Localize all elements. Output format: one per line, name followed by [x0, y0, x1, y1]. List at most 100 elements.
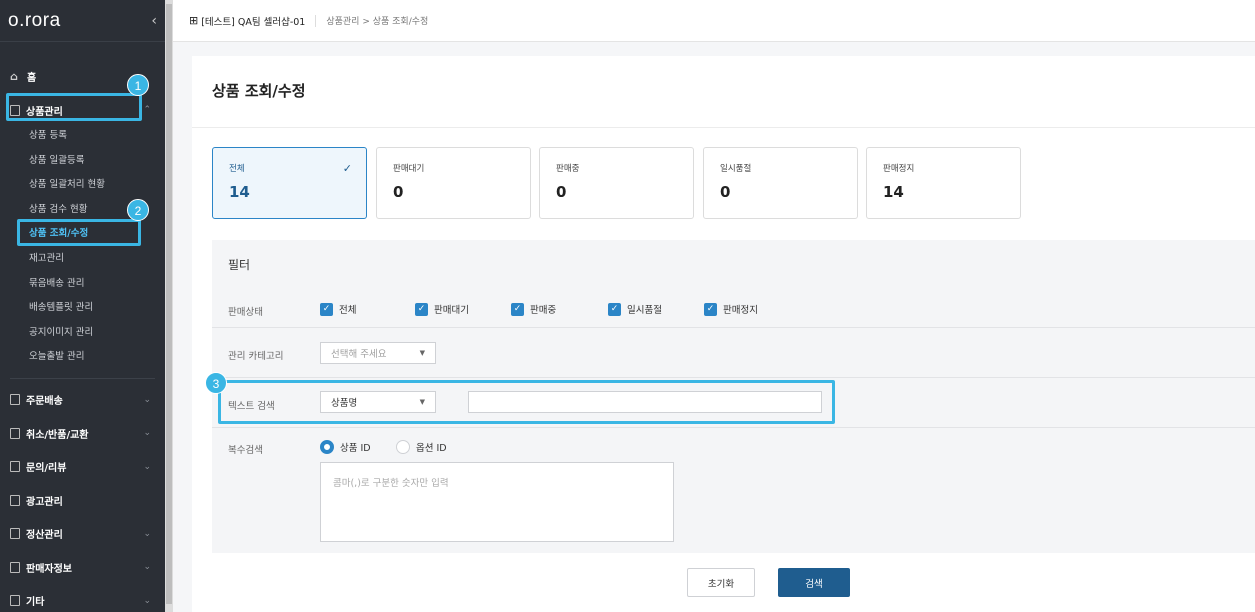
- checkbox-all[interactable]: ✓ 전체: [320, 302, 356, 316]
- highlight-box-3: [218, 380, 835, 424]
- stat-card-suspended[interactable]: 판매정지 14: [866, 147, 1021, 219]
- chevron-down-icon: ⌄: [143, 428, 151, 439]
- annotation-badge-2: 2: [127, 199, 149, 221]
- sidebar-item-label: 홈: [27, 72, 37, 84]
- checkbox-checked-icon: ✓: [320, 302, 333, 316]
- sidebar-item-returns[interactable]: . 취소/반품/교환 ⌄: [0, 416, 165, 450]
- stat-card-on-sale[interactable]: 판매중 0: [539, 147, 694, 219]
- topbar: ⊞ [테스트] QA팀 셀러샵-01 상품관리 > 상품 조회/수정: [173, 0, 1255, 42]
- radio-unselected-icon: [396, 440, 410, 454]
- chevron-down-icon: ⌄: [143, 461, 151, 472]
- home-icon: ⌂: [10, 69, 18, 83]
- main-panel: 상품 조회/수정 전체 14 ✓ 판매대기 0 판매중 0 일시품절 0 판매정…: [192, 56, 1255, 612]
- sidebar-divider: [10, 377, 155, 379]
- reset-button[interactable]: 초기화: [687, 568, 755, 597]
- sidebar-sub-shipping-template[interactable]: 배송템플릿 관리: [0, 296, 165, 321]
- chevron-up-icon: ⌃: [143, 105, 151, 115]
- sidebar-item-settlement[interactable]: . 정산관리 ⌄: [0, 517, 165, 551]
- stat-card-sold-out[interactable]: 일시품절 0: [703, 147, 858, 219]
- checkbox-checked-icon: ✓: [704, 302, 717, 316]
- document-icon: .: [10, 427, 20, 439]
- sidebar-sub-product-bulk-register[interactable]: 상품 일괄등록: [0, 149, 165, 174]
- checkbox-checked-icon: ✓: [415, 302, 428, 316]
- check-icon: ✓: [342, 162, 352, 175]
- document-icon: .: [10, 494, 20, 506]
- chevron-down-icon: ⌄: [143, 562, 151, 573]
- select-value: 선택해 주세요: [331, 349, 387, 360]
- logo: o.rora: [8, 9, 61, 31]
- document-icon: .: [10, 461, 20, 473]
- sidebar-sub-bundle-shipping[interactable]: 묶음배송 관리: [0, 272, 165, 297]
- page-title: 상품 조회/수정: [212, 82, 306, 100]
- chevron-down-icon: ⌄: [143, 595, 151, 606]
- radio-label: 상품 ID: [340, 443, 371, 454]
- checkbox-label: 전체: [339, 305, 357, 316]
- sidebar-sub-notice-image[interactable]: 공지이미지 관리: [0, 321, 165, 346]
- stat-label: 전체: [229, 164, 245, 174]
- sidebar-sub-bulk-status[interactable]: 상품 일괄처리 현황: [0, 173, 165, 198]
- stat-label: 판매중: [556, 164, 580, 174]
- category-select[interactable]: 선택해 주세요 ▼: [320, 342, 436, 364]
- checkbox-label: 판매중: [530, 305, 557, 316]
- collapse-sidebar-icon[interactable]: ‹: [151, 13, 157, 29]
- stat-value: 14: [883, 183, 904, 201]
- sidebar-item-inquiries[interactable]: . 문의/리뷰 ⌄: [0, 450, 165, 484]
- status-label: 판매상태: [228, 307, 263, 318]
- scrollbar-thumb[interactable]: [166, 4, 172, 604]
- ids-textarea[interactable]: 콤마(,)로 구분한 숫자만 입력: [320, 462, 674, 542]
- radio-selected-icon: [320, 440, 334, 454]
- stat-card-waiting[interactable]: 판매대기 0: [376, 147, 531, 219]
- sidebar-item-orders[interactable]: . 주문배송 ⌄: [0, 383, 165, 417]
- sidebar-item-label: 정산관리: [26, 530, 63, 542]
- checkbox-suspended[interactable]: ✓ 판매정지: [704, 302, 758, 316]
- annotation-badge-1: 1: [127, 74, 149, 96]
- sidebar-item-label: 문의/리뷰: [26, 463, 67, 475]
- filter-row-status: 판매상태 ✓ 전체 ✓ 판매대기 ✓ 판매중 ✓ 일시품절 ✓ 판매정지: [212, 288, 1255, 328]
- radio-product-id[interactable]: 상품 ID: [320, 440, 371, 454]
- search-button[interactable]: 검색: [778, 568, 850, 597]
- sidebar-sub-product-register[interactable]: 상품 등록: [0, 124, 165, 149]
- checkbox-checked-icon: ✓: [608, 302, 621, 316]
- stat-value: 0: [720, 183, 731, 201]
- caret-down-icon: ▼: [419, 349, 425, 357]
- radio-label: 옵션 ID: [416, 443, 447, 454]
- sidebar-item-ads[interactable]: . 광고관리: [0, 483, 165, 517]
- highlight-box-2: [17, 219, 141, 246]
- stat-card-all[interactable]: 전체 14 ✓: [212, 147, 367, 219]
- document-icon: .: [10, 528, 20, 540]
- checkbox-sold-out[interactable]: ✓ 일시품절: [608, 302, 662, 316]
- checkbox-waiting[interactable]: ✓ 판매대기: [415, 302, 469, 316]
- sidebar-item-etc[interactable]: . 기타 ⌄: [0, 584, 165, 612]
- checkbox-on-sale[interactable]: ✓ 판매중: [511, 302, 556, 316]
- topbar-separator: [315, 14, 317, 27]
- checkbox-checked-icon: ✓: [511, 302, 524, 316]
- chevron-down-icon: ⌄: [143, 528, 151, 539]
- sidebar-item-seller-info[interactable]: . 판매자정보 ⌄: [0, 550, 165, 584]
- filter-title: 필터: [228, 258, 251, 272]
- breadcrumb: 상품관리 > 상품 조회/수정: [326, 17, 429, 27]
- store-name[interactable]: [테스트] QA팀 셀러샵-01: [201, 14, 305, 28]
- document-icon: .: [10, 561, 20, 573]
- filter-row-multi-search: 복수검색 상품 ID 옵션 ID 콤마(,)로 구분한 숫자만 입력: [212, 428, 1255, 553]
- title-divider: [192, 127, 1255, 128]
- sidebar-sub-inventory[interactable]: 재고관리: [0, 247, 165, 272]
- annotation-badge-3: 3: [205, 372, 227, 394]
- stat-label: 판매대기: [393, 164, 425, 174]
- sidebar-sub-today-shipping[interactable]: 오늘출발 관리: [0, 345, 165, 370]
- stat-label: 판매정지: [883, 164, 915, 174]
- category-label: 관리 카테고리: [228, 351, 284, 362]
- stat-value: 0: [556, 183, 567, 201]
- checkbox-label: 일시품절: [627, 305, 662, 316]
- multi-search-label: 복수검색: [228, 445, 263, 456]
- stat-label: 일시품절: [720, 164, 752, 174]
- sidebar-header: o.rora ‹: [0, 0, 165, 42]
- sidebar-item-label: 판매자정보: [26, 563, 72, 575]
- chevron-down-icon: ⌄: [143, 394, 151, 405]
- checkbox-label: 판매대기: [434, 305, 469, 316]
- sidebar-item-label: 광고관리: [26, 496, 63, 508]
- document-icon: .: [10, 394, 20, 406]
- sidebar-scrollbar[interactable]: [165, 0, 173, 612]
- sidebar-item-label: 취소/반품/교환: [26, 429, 89, 441]
- radio-option-id[interactable]: 옵션 ID: [396, 440, 447, 454]
- stat-value: 0: [393, 183, 404, 201]
